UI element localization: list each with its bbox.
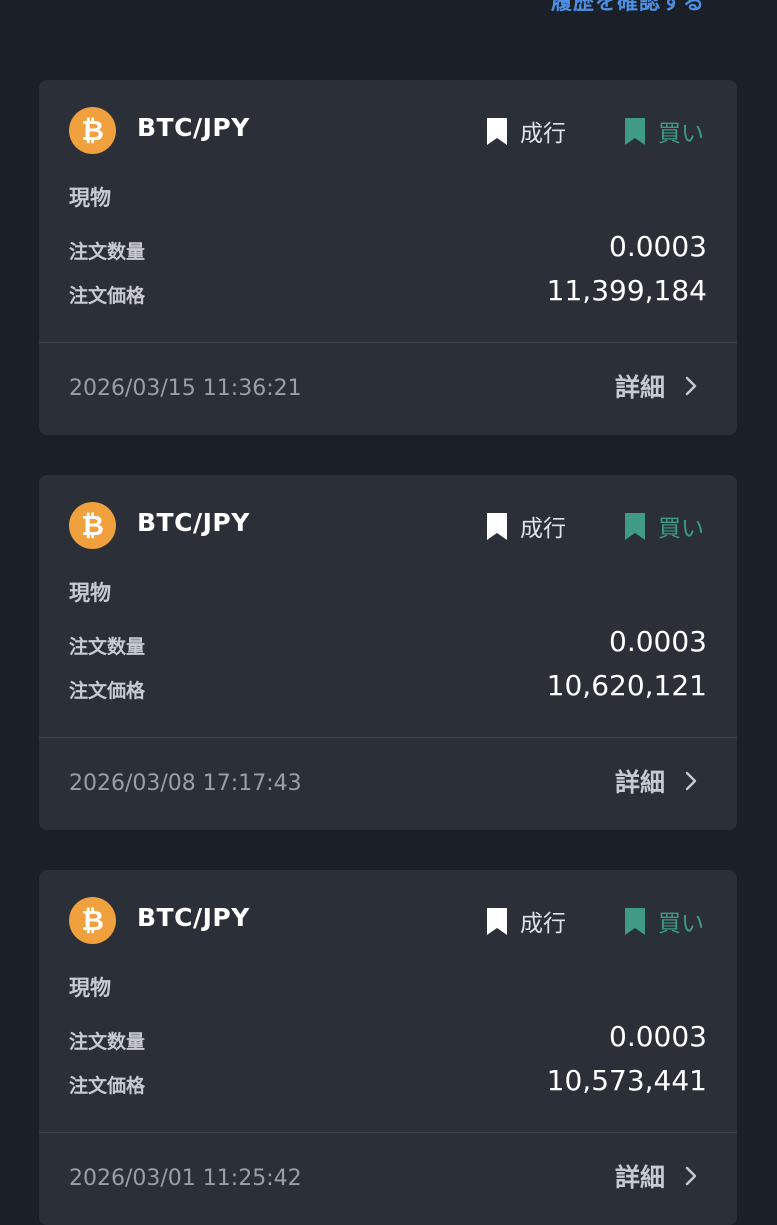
order-card: ₿ BTC/JPY 成行 買い 現物 注文数量 0.0003 注文価格 10,6… xyxy=(39,475,737,830)
order-type-label: 成行 xyxy=(520,121,566,147)
price-value: 10,620,121 xyxy=(546,669,707,702)
bookmark-icon xyxy=(625,907,645,935)
bitcoin-icon: ₿ xyxy=(69,502,116,549)
price-label: 注文価格 xyxy=(69,1075,146,1097)
quantity-value: 0.0003 xyxy=(609,1020,707,1053)
bitcoin-icon: ₿ xyxy=(69,107,116,154)
card-divider xyxy=(39,737,737,738)
market-type: 現物 xyxy=(69,186,111,210)
order-type-label: 成行 xyxy=(520,516,566,542)
order-timestamp: 2026/03/15 11:36:21 xyxy=(69,376,302,401)
market-type: 現物 xyxy=(69,581,111,605)
chevron-right-icon xyxy=(685,771,697,791)
order-side-tag: 買い xyxy=(624,904,704,938)
trading-pair: BTC/JPY xyxy=(137,508,250,537)
bookmark-icon xyxy=(625,117,645,145)
chevron-right-icon xyxy=(685,1166,697,1186)
order-type-tag: 成行 xyxy=(486,904,566,938)
order-side-tag: 買い xyxy=(624,509,704,543)
bitcoin-icon: ₿ xyxy=(69,897,116,944)
order-type-tag: 成行 xyxy=(486,509,566,543)
quantity-value: 0.0003 xyxy=(609,625,707,658)
price-label: 注文価格 xyxy=(69,680,146,702)
detail-label: 詳細 xyxy=(614,373,665,402)
order-card: ₿ BTC/JPY 成行 買い 現物 注文数量 0.0003 注文価格 11,3… xyxy=(39,80,737,435)
order-timestamp: 2026/03/01 11:25:42 xyxy=(69,1166,302,1191)
svg-text:₿: ₿ xyxy=(81,509,104,542)
svg-text:₿: ₿ xyxy=(81,904,104,937)
price-value: 11,399,184 xyxy=(546,274,707,307)
market-type: 現物 xyxy=(69,976,111,1000)
detail-label: 詳細 xyxy=(614,1163,665,1192)
detail-button[interactable]: 詳細 xyxy=(615,763,697,799)
svg-text:₿: ₿ xyxy=(81,114,104,147)
card-divider xyxy=(39,342,737,343)
order-timestamp: 2026/03/08 17:17:43 xyxy=(69,771,302,796)
order-type-label: 成行 xyxy=(520,911,566,937)
bookmark-icon xyxy=(487,907,507,935)
order-side-label: 買い xyxy=(658,516,704,542)
order-side-tag: 買い xyxy=(624,114,704,148)
chevron-right-icon xyxy=(685,376,697,396)
detail-button[interactable]: 詳細 xyxy=(615,368,697,404)
card-divider xyxy=(39,1132,737,1133)
detail-button[interactable]: 詳細 xyxy=(615,1158,697,1194)
price-value: 10,573,441 xyxy=(546,1064,707,1097)
trading-pair: BTC/JPY xyxy=(137,113,250,142)
order-side-label: 買い xyxy=(658,911,704,937)
bookmark-icon xyxy=(487,117,507,145)
order-card: ₿ BTC/JPY 成行 買い 現物 注文数量 0.0003 注文価格 10,5… xyxy=(39,870,737,1225)
history-link[interactable]: 履歴を確認する xyxy=(551,0,705,16)
order-type-tag: 成行 xyxy=(486,114,566,148)
order-side-label: 買い xyxy=(658,121,704,147)
detail-label: 詳細 xyxy=(614,768,665,797)
price-label: 注文価格 xyxy=(69,285,146,307)
quantity-label: 注文数量 xyxy=(69,636,146,658)
trading-pair: BTC/JPY xyxy=(137,903,250,932)
quantity-label: 注文数量 xyxy=(69,1031,146,1053)
bookmark-icon xyxy=(487,512,507,540)
quantity-value: 0.0003 xyxy=(609,230,707,263)
quantity-label: 注文数量 xyxy=(69,241,146,263)
bookmark-icon xyxy=(625,512,645,540)
